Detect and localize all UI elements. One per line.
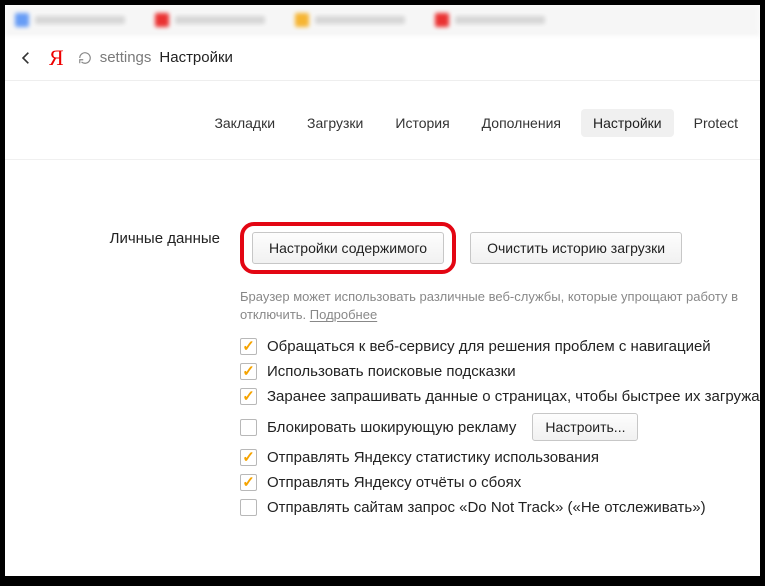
browser-tab [15,13,125,27]
browser-toolbar: Я settings Настройки [5,35,760,81]
browser-tab [435,13,545,27]
checkbox-label: Заранее запрашивать данные о страницах, … [267,388,760,405]
browser-tab [295,13,405,27]
checkbox-label: Отправлять Яндексу статистику использова… [267,449,599,466]
section-heading: Личные данные [5,222,240,524]
clear-download-history-button[interactable]: Очистить историю загрузки [470,232,682,264]
checkbox-row: Отправлять Яндексу отчёты о сбоях [240,474,760,491]
checkbox-label: Отправлять Яндексу отчёты о сбоях [267,474,521,491]
checkbox-label: Использовать поисковые подсказки [267,363,516,380]
yandex-logo-icon[interactable]: Я [49,45,64,71]
back-button[interactable] [19,50,35,66]
checkbox-label: Обращаться к веб-сервису для решения про… [267,338,711,355]
checkbox-label: Блокировать шокирующую рекламу [267,419,516,436]
checkbox[interactable] [240,449,257,466]
nav-protect[interactable]: Protect [682,109,750,137]
checkbox[interactable] [240,388,257,405]
nav-settings[interactable]: Настройки [581,109,674,137]
checkbox[interactable] [240,499,257,516]
checkbox[interactable] [240,363,257,380]
nav-addons[interactable]: Дополнения [470,109,573,137]
checkbox-label: Отправлять сайтам запрос «Do Not Track» … [267,499,706,516]
checkbox-row: Обращаться к веб-сервису для решения про… [240,338,760,355]
checkbox-row: Отправлять Яндексу статистику использова… [240,449,760,466]
browser-tabstrip [5,5,760,35]
content-settings-button[interactable]: Настройки содержимого [252,232,444,264]
settings-content: Личные данные Настройки содержимого Очис… [5,160,760,524]
address-title: Настройки [159,49,233,66]
section-description: Браузер может использовать различные веб… [240,288,760,324]
highlight-callout: Настройки содержимого [240,222,456,274]
nav-downloads[interactable]: Загрузки [295,109,375,137]
settings-nav: Закладки Загрузки История Дополнения Нас… [5,81,760,160]
reload-icon[interactable] [78,51,92,65]
checkbox-row: Использовать поисковые подсказки [240,363,760,380]
checkbox-row: Отправлять сайтам запрос «Do Not Track» … [240,499,760,516]
browser-tab [155,13,265,27]
configure-button[interactable]: Настроить... [532,413,638,441]
checkbox[interactable] [240,338,257,355]
checkbox-row: Блокировать шокирующую рекламу Настроить… [240,413,760,441]
nav-history[interactable]: История [383,109,461,137]
address-bar[interactable]: settings Настройки [78,49,746,66]
address-path: settings [100,49,152,66]
nav-bookmarks[interactable]: Закладки [202,109,287,137]
checkbox[interactable] [240,419,257,436]
checkbox[interactable] [240,474,257,491]
learn-more-link[interactable]: Подробнее [310,307,377,322]
checkbox-row: Заранее запрашивать данные о страницах, … [240,388,760,405]
